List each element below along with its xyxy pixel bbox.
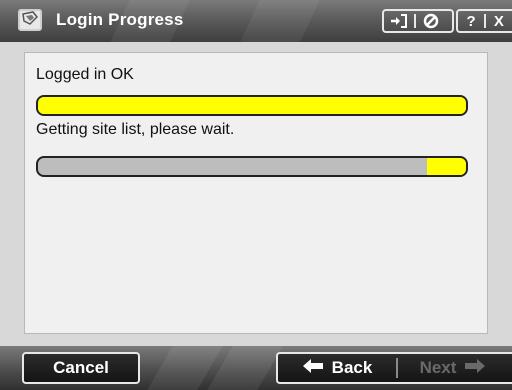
- login-progress-bar: [36, 95, 468, 116]
- site-list-status-text: Getting site list, please wait.: [36, 121, 235, 138]
- block-icon[interactable]: [416, 11, 446, 31]
- arrow-left-icon: [302, 358, 324, 379]
- login-progress-fill: [38, 97, 466, 114]
- back-button[interactable]: Back: [278, 354, 396, 382]
- cancel-button[interactable]: Cancel: [22, 352, 140, 384]
- help-button[interactable]: ?: [458, 11, 484, 31]
- site-list-progress-fill: [427, 158, 466, 175]
- next-label: Next: [419, 358, 457, 377]
- content-panel: Logged in OK Getting site list, please w…: [24, 52, 488, 334]
- close-button[interactable]: X: [486, 11, 512, 31]
- titlebar-controls: ? X: [456, 9, 512, 33]
- arrow-right-icon: [464, 358, 486, 379]
- site-list-progress-bar: [36, 156, 468, 177]
- window-title: Login Progress: [56, 10, 184, 29]
- title-bar: Login Progress ? X: [0, 0, 512, 42]
- next-button[interactable]: Next: [398, 354, 508, 382]
- back-label: Back: [331, 358, 373, 377]
- login-status-text: Logged in OK: [36, 66, 134, 83]
- app-icon: [18, 9, 42, 31]
- titlebar-tools: [382, 9, 454, 33]
- login-icon[interactable]: [384, 11, 414, 31]
- navigation-buttons: Back Next: [276, 352, 512, 384]
- bottom-bar: Cancel Back Next: [0, 346, 512, 390]
